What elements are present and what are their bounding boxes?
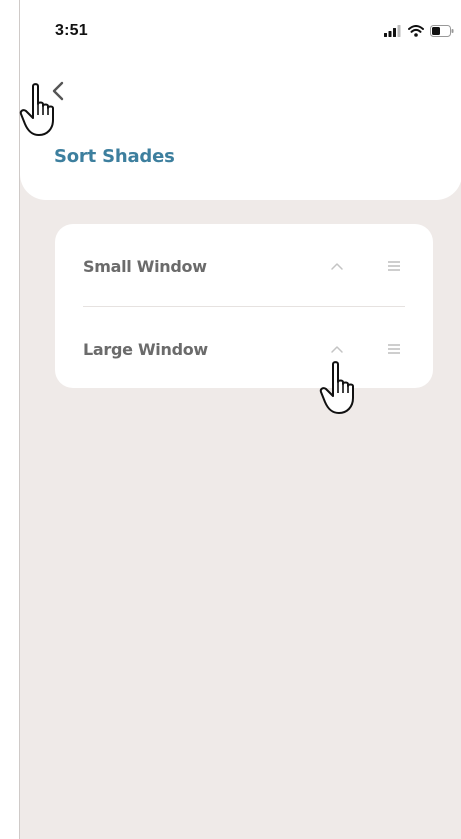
drag-handle[interactable] bbox=[387, 259, 401, 273]
status-icons bbox=[384, 25, 454, 37]
signal-icon bbox=[384, 25, 401, 37]
shade-label: Small Window bbox=[83, 256, 207, 276]
back-button[interactable] bbox=[48, 80, 70, 102]
chevron-left-icon bbox=[52, 81, 64, 101]
move-up-button[interactable] bbox=[329, 341, 345, 357]
shade-list: Small Window Large Window bbox=[55, 224, 433, 388]
row-divider bbox=[83, 306, 405, 307]
header-card: 3:51 Sort Shades bbox=[20, 0, 461, 200]
shade-row-small-window[interactable]: Small Window bbox=[83, 246, 405, 286]
chevron-up-icon bbox=[331, 263, 343, 270]
chevron-up-icon bbox=[331, 346, 343, 353]
phone-screen: 3:51 Sort Shades Small Window Large Wind… bbox=[19, 0, 461, 839]
drag-handle-icon bbox=[388, 344, 400, 354]
status-time: 3:51 bbox=[55, 22, 88, 39]
battery-icon bbox=[430, 25, 454, 37]
shade-row-large-window[interactable]: Large Window bbox=[83, 329, 405, 369]
drag-handle[interactable] bbox=[387, 342, 401, 356]
wifi-icon bbox=[408, 25, 424, 37]
drag-handle-icon bbox=[388, 261, 400, 271]
page-title: Sort Shades bbox=[54, 146, 175, 167]
shade-label: Large Window bbox=[83, 339, 208, 359]
move-up-button[interactable] bbox=[329, 258, 345, 274]
